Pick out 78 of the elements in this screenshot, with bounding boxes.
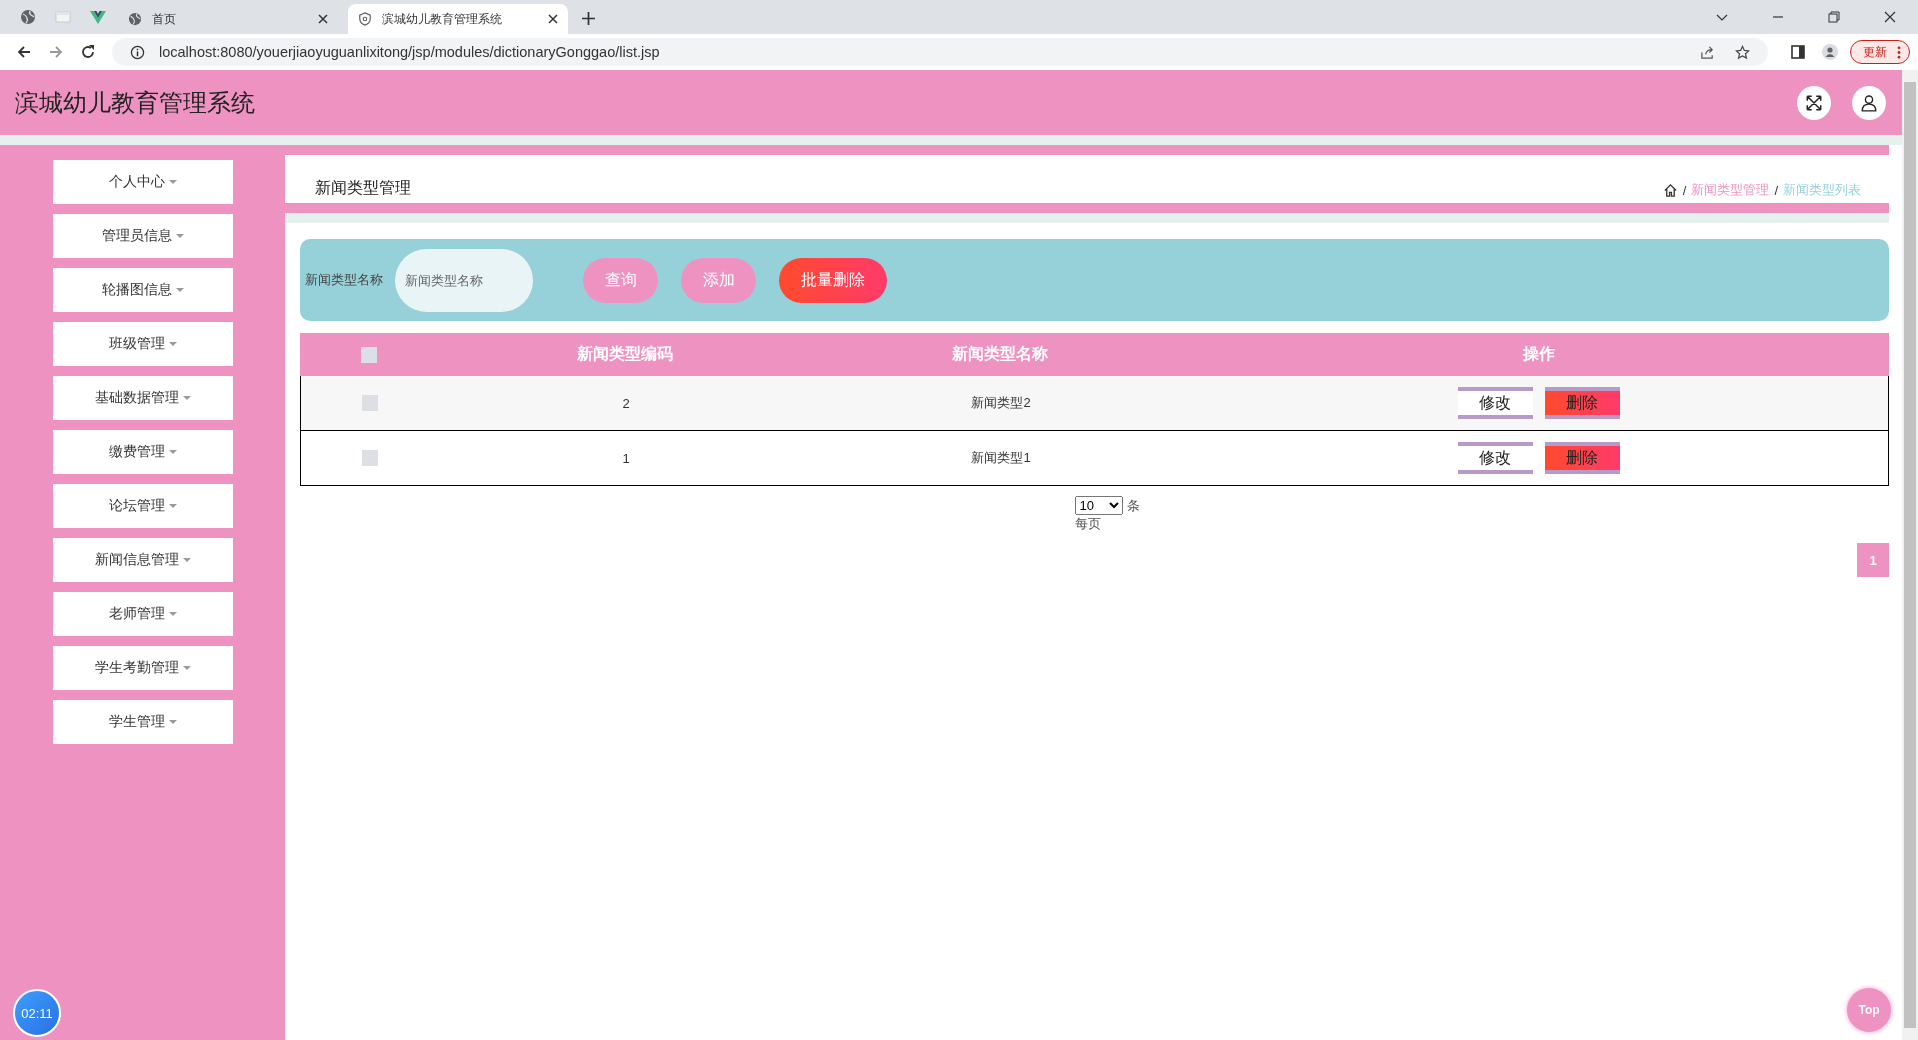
page-size-select[interactable]: 10 xyxy=(1074,496,1123,515)
caret-icon xyxy=(182,558,191,562)
reload-icon[interactable] xyxy=(80,44,96,60)
share-icon[interactable] xyxy=(1700,44,1715,60)
sidebar-item[interactable]: 管理员信息 xyxy=(52,214,233,258)
column-header: 新闻类型编码 xyxy=(576,344,674,364)
browser-tab[interactable]: 滨城幼儿教育管理系统 xyxy=(348,4,568,34)
page-title: 新闻类型管理 xyxy=(315,178,412,198)
sidebar-item[interactable]: 论坛管理 xyxy=(52,484,233,528)
caret-icon xyxy=(168,342,177,346)
sidebar-item[interactable]: 基础数据管理 xyxy=(52,376,233,420)
edit-button[interactable]: 修改 xyxy=(1457,442,1533,474)
new-tab-icon[interactable] xyxy=(582,12,595,25)
caret-icon xyxy=(168,612,177,616)
column-header: 操作 xyxy=(1521,344,1556,364)
checkbox[interactable] xyxy=(362,450,378,466)
caret-icon xyxy=(182,666,191,670)
caret-icon xyxy=(168,504,177,508)
caret-icon xyxy=(168,450,177,454)
home-icon[interactable] xyxy=(1662,182,1678,198)
close-icon[interactable] xyxy=(1884,11,1896,23)
user-icon xyxy=(1860,93,1878,112)
scrollbar[interactable] xyxy=(1902,70,1918,1040)
breadcrumb-separator: / xyxy=(1774,182,1778,198)
restore-icon[interactable] xyxy=(1828,11,1840,23)
sidebar-item[interactable]: 个人中心 xyxy=(52,160,233,204)
close-icon[interactable] xyxy=(548,14,558,24)
url-text: localhost:8080/youerjiaoyuguanlixitong/jsp/modules/dictionaryGonggao/list.jsp xyxy=(159,44,660,60)
user-button[interactable] xyxy=(1852,85,1886,120)
sidebar-item[interactable]: 缴费管理 xyxy=(52,430,233,474)
star-icon[interactable] xyxy=(1735,44,1750,60)
sidebar-item[interactable]: 学生管理 xyxy=(52,700,233,744)
sidebar-item[interactable]: 新闻信息管理 xyxy=(52,538,233,582)
table-cell-text: 2 xyxy=(621,395,631,411)
globe-icon xyxy=(128,12,142,26)
table-cell-text: 新闻类型1 xyxy=(970,449,1032,467)
update-button[interactable]: 更新 xyxy=(1850,40,1910,64)
tab-title: 滨城幼儿教育管理系统 xyxy=(382,10,503,28)
page-size-unit: 条 xyxy=(1126,496,1140,515)
checkbox[interactable] xyxy=(361,346,377,363)
v-logo-icon[interactable] xyxy=(90,9,106,25)
caret-icon xyxy=(175,234,184,238)
caret-icon xyxy=(182,396,191,400)
sidebar-item[interactable]: 轮播图信息 xyxy=(52,268,233,312)
fullscreen-button[interactable] xyxy=(1797,85,1831,120)
address-field[interactable]: localhost:8080/youerjiaoyuguanlixitong/jsp/modules/dictionaryGonggao/list.jsp xyxy=(112,38,1768,66)
close-icon[interactable] xyxy=(318,14,328,24)
scrollbar-thumb[interactable] xyxy=(1904,82,1916,1028)
tab-title: 首页 xyxy=(152,10,177,28)
caret-icon xyxy=(168,720,177,724)
more-vertical-icon xyxy=(1897,45,1901,59)
search-field[interactable]: 新闻类型名称 xyxy=(395,248,533,312)
table-cell-text: 1 xyxy=(621,450,631,466)
per-page-label: 每页 xyxy=(1074,515,1102,533)
side-panel-icon[interactable] xyxy=(1790,44,1806,60)
shield-icon xyxy=(358,12,372,26)
caret-icon xyxy=(175,288,184,292)
column-header: 新闻类型名称 xyxy=(951,344,1049,364)
delete-button[interactable]: 删除 xyxy=(1544,442,1620,474)
forward-arrow-icon[interactable] xyxy=(48,44,64,60)
sidebar-item[interactable]: 老师管理 xyxy=(52,592,233,636)
clock-badge: 02:11 xyxy=(13,989,61,1037)
browser-tab[interactable]: 首页 xyxy=(118,4,338,34)
caret-icon xyxy=(168,180,177,184)
sidebar-item[interactable]: 学生考勤管理 xyxy=(52,646,233,690)
edit-button[interactable]: 修改 xyxy=(1457,387,1533,419)
app-title: 滨城幼儿教育管理系统 xyxy=(15,87,256,118)
info-icon xyxy=(130,44,145,60)
search-label: 新闻类型名称 xyxy=(305,271,383,289)
checkbox[interactable] xyxy=(362,395,378,411)
expand-arrows-icon xyxy=(1805,93,1823,112)
breadcrumb-separator: / xyxy=(1682,182,1687,198)
sidebar-item[interactable]: 班级管理 xyxy=(52,322,233,366)
back-arrow-icon[interactable] xyxy=(16,44,32,60)
profile-icon[interactable] xyxy=(1822,44,1838,60)
table-cell-text: 新闻类型2 xyxy=(970,394,1032,412)
delete-button[interactable]: 删除 xyxy=(1544,387,1620,419)
globe-icon[interactable] xyxy=(20,9,36,25)
